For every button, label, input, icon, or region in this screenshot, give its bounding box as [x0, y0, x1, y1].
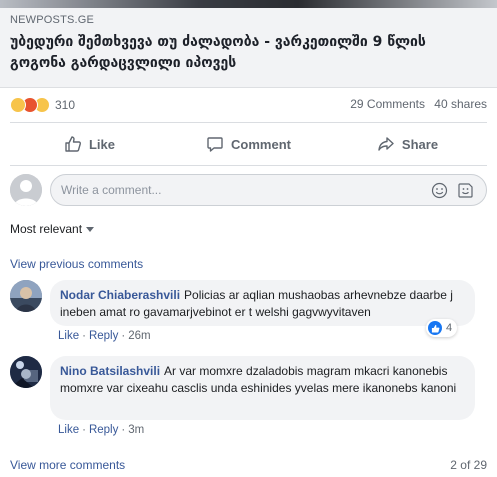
- comments-pagination: 2 of 29: [450, 458, 487, 472]
- comments-count-link[interactable]: 29 Comments: [350, 97, 425, 111]
- sticker-icon[interactable]: [457, 182, 474, 203]
- comment-reply-link[interactable]: Reply: [89, 424, 118, 436]
- like-reaction-icon: [428, 321, 442, 335]
- view-previous-comments-link[interactable]: View previous comments: [10, 257, 143, 271]
- current-user-avatar[interactable]: [10, 174, 42, 206]
- comment-input[interactable]: Write a comment...: [50, 174, 487, 206]
- share-arrow-icon: [378, 137, 394, 151]
- emoji-picker-icon[interactable]: [431, 182, 448, 203]
- comment-bubble: Nino Batsilashvili Ar var momxre dzaladob…: [50, 356, 475, 420]
- caret-down-icon: [86, 227, 95, 233]
- reactions-summary[interactable]: 310: [10, 97, 75, 113]
- commenter-avatar[interactable]: [10, 280, 42, 312]
- link-domain: NEWPOSTS.GE: [10, 14, 95, 26]
- link-headline[interactable]: უბედური შემთხვევა თუ ძალადობა - ვარკეთილ…: [10, 32, 480, 74]
- reaction-count[interactable]: 310: [55, 98, 75, 112]
- comment-like-link[interactable]: Like: [58, 330, 79, 342]
- share-button-label: Share: [401, 136, 439, 152]
- comment-input-placeholder: Write a comment...: [61, 183, 162, 197]
- share-button[interactable]: Share: [328, 123, 487, 165]
- comment-author[interactable]: Nino Batsilashvili: [60, 364, 160, 378]
- post-stats-bar: 310 29 Comments 40 shares: [0, 88, 497, 120]
- link-preview-image[interactable]: [0, 0, 497, 8]
- default-user-icon: [10, 174, 42, 206]
- comment-reply-link[interactable]: Reply: [89, 330, 118, 342]
- comment-button[interactable]: Comment: [169, 123, 328, 165]
- avatar-photo: [10, 280, 42, 312]
- like-button-label: Like: [88, 136, 115, 152]
- comments-footer: View more comments 2 of 29: [10, 458, 487, 472]
- comment-composer: Write a comment...: [10, 174, 487, 206]
- comment-timestamp[interactable]: 26m: [128, 330, 150, 342]
- view-more-comments-link[interactable]: View more comments: [10, 458, 125, 472]
- comment-author[interactable]: Nodar Chiaberashvili: [60, 288, 180, 302]
- sort-label: Most relevant: [10, 222, 83, 236]
- sad-emoji-icon: [10, 97, 26, 113]
- comment-item: Nino Batsilashvili Ar var momxre dzaladob…: [10, 356, 487, 436]
- comment-meta: Like · Reply · 26m: [58, 330, 151, 342]
- comment-like-link[interactable]: Like: [58, 424, 79, 436]
- shares-count-link[interactable]: 40 shares: [434, 97, 487, 111]
- comment-bubble-icon: [207, 137, 223, 152]
- comment-item: Nodar Chiaberashvili Policias ar aqlian m…: [10, 280, 487, 346]
- comment-timestamp[interactable]: 3m: [128, 424, 144, 436]
- engagement-counts: 29 Comments 40 shares: [350, 97, 487, 111]
- thumbs-up-icon: [65, 136, 81, 152]
- comment-bubble: Nodar Chiaberashvili Policias ar aqlian m…: [50, 280, 475, 326]
- like-button[interactable]: Like: [10, 123, 169, 165]
- like-count-value: 4: [446, 322, 453, 334]
- avatar-photo: [10, 356, 42, 388]
- comment-button-label: Comment: [231, 136, 291, 152]
- link-preview-card[interactable]: NEWPOSTS.GE უბედური შემთხვევა თუ ძალადობ…: [0, 8, 497, 88]
- post-action-bar: Like Comment Share: [10, 122, 487, 166]
- commenter-avatar[interactable]: [10, 356, 42, 388]
- comment-like-count[interactable]: 4: [426, 319, 458, 337]
- comment-meta: Like · Reply · 3m: [58, 424, 145, 436]
- comment-sort-dropdown[interactable]: Most relevant: [10, 222, 95, 236]
